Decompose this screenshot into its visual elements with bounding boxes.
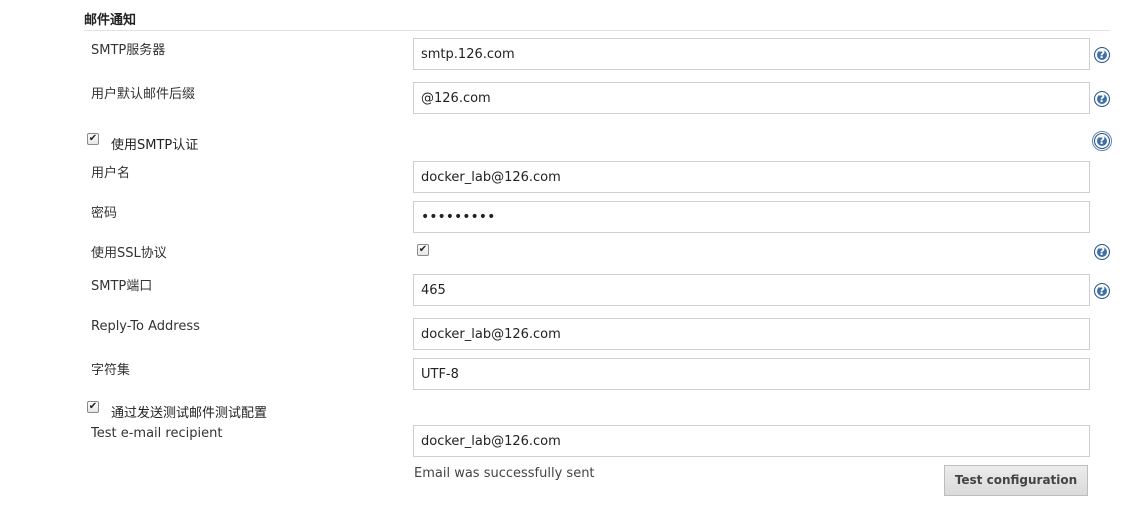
- charset-label: 字符集: [91, 363, 131, 378]
- username-label: 用户名: [91, 166, 131, 181]
- test-configuration-button[interactable]: Test configuration: [944, 465, 1088, 496]
- test-by-sending-label: 通过发送测试邮件测试配置: [111, 406, 268, 421]
- ssl-help-icon[interactable]: ?: [1094, 244, 1110, 260]
- password-input[interactable]: [413, 201, 1090, 233]
- status-message: Email was successfully sent: [414, 466, 595, 481]
- smtp-auth-help-icon[interactable]: ?: [1092, 131, 1112, 151]
- test-recipient-label: Test e-mail recipient: [91, 426, 223, 441]
- smtp-auth-label: 使用SMTP认证: [111, 138, 199, 153]
- smtp-port-input[interactable]: [413, 274, 1090, 306]
- default-suffix-input[interactable]: [413, 82, 1090, 114]
- test-by-sending-checkbox[interactable]: ✔: [87, 401, 99, 413]
- charset-input[interactable]: [413, 358, 1090, 390]
- default-suffix-label: 用户默认邮件后缀: [91, 87, 196, 102]
- smtp-server-input[interactable]: [413, 38, 1090, 70]
- smtp-server-label: SMTP服务器: [91, 43, 166, 58]
- section-divider: [84, 30, 1110, 31]
- reply-to-label: Reply-To Address: [91, 319, 200, 334]
- smtp-server-help-icon[interactable]: ?: [1094, 47, 1110, 63]
- section-title: 邮件通知: [84, 13, 137, 28]
- username-input[interactable]: [413, 161, 1090, 193]
- ssl-checkbox[interactable]: ✔: [417, 244, 429, 256]
- ssl-label: 使用SSL协议: [91, 246, 167, 261]
- smtp-port-help-icon[interactable]: ?: [1094, 283, 1110, 299]
- default-suffix-help-icon[interactable]: ?: [1094, 91, 1110, 107]
- smtp-port-label: SMTP端口: [91, 279, 153, 294]
- reply-to-input[interactable]: [413, 318, 1090, 350]
- smtp-auth-checkbox[interactable]: ✔: [87, 133, 99, 145]
- test-recipient-input[interactable]: [413, 425, 1090, 457]
- password-label: 密码: [91, 206, 118, 221]
